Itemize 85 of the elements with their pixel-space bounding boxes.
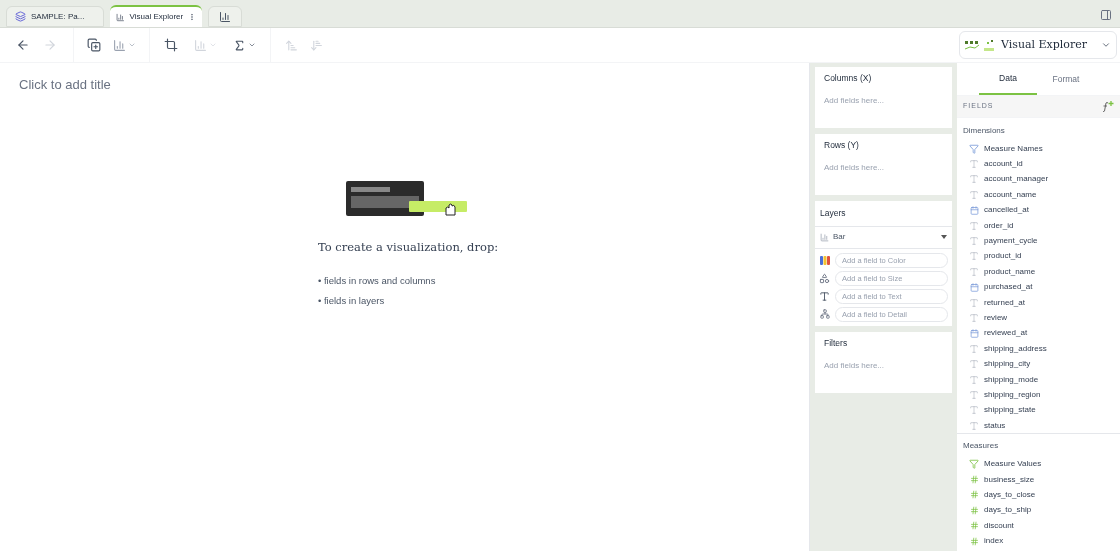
tab-label: Visual Explorer — [129, 11, 184, 23]
field-item[interactable]: purchased_at — [984, 281, 1033, 294]
field-item[interactable]: shipping_region — [984, 388, 1041, 401]
hash-icon — [969, 505, 979, 515]
field-item[interactable]: days_to_close — [984, 488, 1036, 501]
text-icon — [969, 159, 979, 170]
shelf-title: Columns (X) — [824, 72, 873, 85]
text-icon — [969, 343, 979, 354]
duplicate-icon[interactable] — [87, 38, 101, 52]
field-item[interactable]: business_size — [984, 473, 1035, 486]
text-icon — [969, 189, 979, 200]
text-icon — [969, 313, 979, 323]
group-title: Measures — [962, 440, 1000, 453]
hash-icon — [969, 475, 979, 484]
field-item[interactable]: days_to_ship — [984, 504, 1032, 517]
field-item[interactable]: status — [984, 419, 1006, 432]
field-item[interactable]: shipping_address — [984, 342, 1047, 355]
hierarchy-icon — [819, 309, 830, 320]
field-item[interactable]: returned_at — [984, 296, 1025, 309]
text-icon — [969, 220, 979, 231]
picker-label: Visual Explorer — [1001, 36, 1087, 53]
mark-type-dropdown[interactable]: Bar — [815, 226, 952, 249]
text-icon — [969, 420, 979, 431]
text-icon — [969, 374, 979, 385]
text-icon — [969, 405, 979, 416]
more-icon[interactable] — [188, 12, 196, 22]
text-icon — [969, 174, 979, 185]
calendar-icon — [969, 282, 979, 292]
field-item[interactable]: Measure Values — [984, 458, 1042, 471]
field-item[interactable]: order_id — [984, 219, 1014, 232]
shelf-title: Rows (Y) — [824, 139, 860, 152]
palette-icon — [819, 255, 830, 265]
field-item[interactable]: account_id — [984, 158, 1023, 171]
text-icon — [969, 251, 979, 262]
text-icon — [969, 359, 979, 370]
calendar-icon — [969, 328, 979, 338]
filter-icon — [969, 459, 979, 470]
instruction-item: • fields in rows and columns — [318, 273, 437, 288]
calendar-icon — [969, 205, 979, 215]
mark-type-label: Bar — [833, 231, 846, 244]
sum-icon[interactable] — [233, 38, 256, 52]
layers-icon — [15, 11, 26, 22]
chart-icon — [116, 11, 125, 23]
tab-label: SAMPLE: Pa... — [31, 10, 85, 23]
shapes-icon — [819, 272, 830, 284]
field-item[interactable]: cancelled_at — [984, 204, 1029, 217]
chart-thumbnail-icon — [965, 38, 995, 52]
empty-state-heading: To create a visualization, drop: — [318, 238, 500, 256]
field-item[interactable]: shipping_mode — [984, 373, 1039, 386]
instruction-item: • fields in layers — [318, 294, 386, 308]
text-icon — [969, 389, 979, 400]
text-icon — [819, 290, 830, 302]
panel-toggle-icon[interactable] — [1100, 9, 1112, 21]
bar-chart-icon — [820, 232, 829, 242]
field-item[interactable]: discount — [984, 519, 1014, 532]
caret-icon — [941, 235, 947, 240]
group-title: Dimensions — [962, 125, 1006, 137]
field-item[interactable]: shipping_state — [984, 404, 1036, 417]
filter-icon — [969, 143, 979, 154]
field-item[interactable]: account_manager — [984, 173, 1049, 186]
hash-icon — [969, 521, 979, 531]
new-tab-button[interactable] — [208, 6, 242, 27]
field-item[interactable]: product_name — [984, 265, 1036, 278]
field-item[interactable]: Measure Names — [984, 142, 1043, 155]
layers-title: Layers — [815, 201, 952, 227]
text-icon — [969, 266, 979, 277]
panel-tab[interactable]: Format — [1037, 63, 1095, 95]
text-icon — [969, 297, 979, 308]
field-item[interactable]: review — [984, 312, 1008, 324]
field-item[interactable]: index — [984, 535, 1004, 548]
title-placeholder[interactable]: Click to add title — [19, 75, 111, 95]
field-item[interactable]: account_name — [984, 188, 1037, 201]
document-tab[interactable]: Visual Explorer — [110, 5, 202, 27]
field-item[interactable]: shipping_city — [984, 358, 1031, 371]
hash-icon — [969, 536, 979, 546]
chevron-down-icon — [1101, 40, 1111, 50]
visualization-picker[interactable]: Visual Explorer — [959, 31, 1117, 59]
text-icon — [969, 236, 979, 247]
add-formula-icon[interactable] — [1102, 101, 1114, 112]
field-item[interactable]: product_id — [984, 250, 1022, 263]
document-tab[interactable]: SAMPLE: Pa... — [6, 6, 104, 27]
field-item[interactable]: payment_cycle — [984, 235, 1038, 248]
field-item[interactable]: reviewed_at — [984, 327, 1028, 340]
hash-icon — [969, 490, 979, 500]
shelf-title: Filters — [824, 336, 849, 350]
